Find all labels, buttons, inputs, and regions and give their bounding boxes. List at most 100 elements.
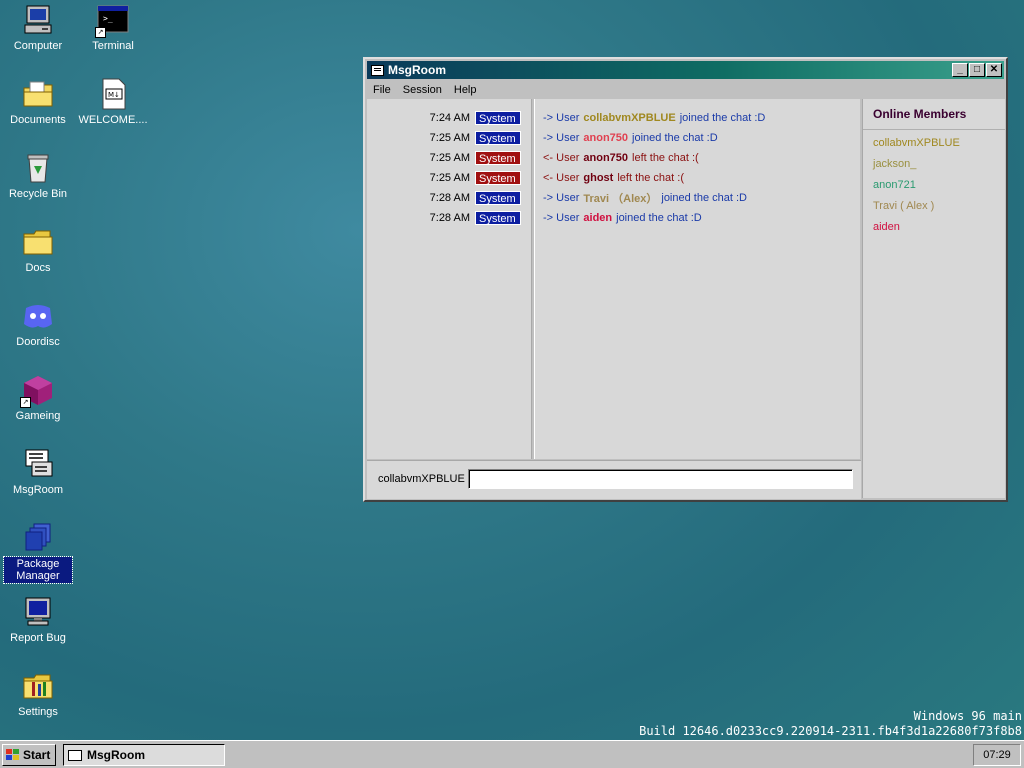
log-timestamp-row: 7:25 AM System [367, 128, 531, 148]
log-time: 7:28 AM [429, 192, 470, 204]
menu-session[interactable]: Session [397, 84, 448, 96]
system-tag: System [475, 191, 521, 205]
log-timestamp-row: 7:25 AM System [367, 148, 531, 168]
monitor-icon [22, 596, 54, 628]
settings-icon [22, 670, 54, 702]
markdown-file-icon: M↓ [97, 78, 129, 110]
start-button[interactable]: Start [2, 744, 56, 766]
log-arrow: -> [543, 192, 554, 204]
log-action: joined the chat :D [661, 192, 747, 204]
msgroom-icon [68, 749, 82, 761]
message-input[interactable] [468, 469, 853, 489]
member-item[interactable]: jackson_ [863, 154, 1005, 175]
log-timestamp-row: 7:28 AM System [367, 188, 531, 208]
desktop-icon-label: Report Bug [10, 632, 66, 644]
compose-bar: collabvmXPBLUE [367, 460, 861, 499]
desktop-icon-gameing[interactable]: ↗ Gameing [0, 374, 76, 423]
desktop-icon-docs[interactable]: Docs [0, 226, 76, 275]
log-prefix: User [556, 192, 580, 204]
log-prefix: User [556, 172, 580, 184]
system-clock: 07:29 [973, 744, 1021, 766]
desktop-icon-report-bug[interactable]: Report Bug [0, 596, 76, 645]
timestamp-column: 7:24 AM System 7:25 AM System 7:25 AM System 7… [367, 99, 532, 459]
member-item[interactable]: Travi ( Alex ) [863, 196, 1005, 217]
desktop-icon-doordisc[interactable]: Doordisc [0, 300, 76, 349]
menu-help[interactable]: Help [448, 84, 483, 96]
taskbar: Start MsgRoom 07:29 [0, 740, 1024, 768]
log-time: 7:25 AM [429, 152, 470, 164]
member-item[interactable]: aiden [863, 217, 1005, 238]
log-time: 7:24 AM [429, 112, 470, 124]
desktop-icon-terminal[interactable]: >_ ↗ Terminal [75, 4, 151, 53]
log-username: aiden [583, 212, 613, 224]
svg-text:>_: >_ [103, 14, 113, 23]
desktop-icon-computer[interactable]: Computer [0, 4, 76, 53]
desktop-icon-label: Terminal [92, 40, 134, 52]
member-item[interactable]: anon721 [863, 175, 1005, 196]
menu-file[interactable]: File [367, 84, 397, 96]
window-titlebar[interactable]: MsgRoom _ □ ✕ [367, 61, 1004, 79]
close-button[interactable]: ✕ [986, 63, 1002, 77]
member-item[interactable]: collabvmXPBLUE [863, 133, 1005, 154]
shortcut-arrow-icon: ↗ [20, 397, 31, 408]
log-message: <- User anon750 left the chat :( [535, 148, 860, 168]
log-arrow: -> [543, 132, 554, 144]
windows-logo-icon [6, 749, 20, 761]
desktop-icon-package-manager[interactable]: Package Manager [0, 522, 76, 584]
start-label: Start [23, 748, 51, 762]
system-tag: System [475, 211, 521, 225]
log-time: 7:25 AM [429, 132, 470, 144]
log-prefix: User [556, 212, 580, 224]
log-action: left the chat :( [632, 152, 699, 164]
log-timestamp-row: 7:24 AM System [367, 108, 531, 128]
msgroom-window: MsgRoom _ □ ✕ File Session Help 7:24 AM S… [363, 57, 1008, 502]
desktop-icon-settings[interactable]: Settings [0, 670, 76, 719]
online-members-panel: Online Members collabvmXPBLUE jackson_ ano… [862, 99, 1005, 498]
log-message: -> User collabvmXPBLUE joined the chat :D [535, 108, 860, 128]
log-message: -> User Travi （Alex） joined the chat :D [535, 188, 860, 208]
desktop-icon-label: WELCOME.... [78, 114, 148, 126]
log-username: anon750 [583, 152, 629, 164]
log-action: joined the chat :D [616, 212, 702, 224]
log-arrow: -> [543, 212, 554, 224]
log-message: -> User anon750 joined the chat :D [535, 128, 860, 148]
desktop-icon-documents[interactable]: Documents [0, 78, 76, 127]
desktop-icon-label: Package Manager [3, 556, 73, 584]
build-number: Build 12646.d0233cc9.220914-2311.fb4f3d1… [639, 724, 1022, 738]
doordisc-icon [22, 300, 54, 332]
desktop-icon-recycle-bin[interactable]: Recycle Bin [0, 152, 76, 201]
desktop-icon-label: Computer [13, 40, 63, 52]
system-tag: System [475, 151, 521, 165]
log-arrow: <- [543, 172, 554, 184]
msgroom-icon [22, 448, 54, 480]
maximize-button[interactable]: □ [969, 63, 985, 77]
log-action: joined the chat :D [632, 132, 718, 144]
svg-text:M↓: M↓ [108, 91, 120, 99]
recycle-bin-icon [22, 152, 54, 184]
log-username: ghost [583, 172, 614, 184]
cube-icon: ↗ [20, 374, 54, 408]
log-username: collabvmXPBLUE [583, 112, 676, 124]
minimize-button[interactable]: _ [952, 63, 968, 77]
log-username: Travi （Alex） [583, 193, 658, 205]
desktop-icon-label: Documents [10, 114, 66, 126]
nickname-label: collabvmXPBLUE [378, 473, 465, 485]
log-prefix: User [556, 152, 580, 164]
build-edition: Windows 96 main [913, 709, 1022, 723]
log-action: joined the chat :D [679, 112, 766, 124]
documents-folder-icon [22, 78, 54, 110]
desktop-icon-msgroom[interactable]: MsgRoom [0, 448, 76, 497]
taskbar-item-label: MsgRoom [87, 748, 145, 762]
log-time: 7:25 AM [429, 172, 470, 184]
desktop-icon-welcome[interactable]: M↓ WELCOME.... [75, 78, 151, 127]
taskbar-item-msgroom[interactable]: MsgRoom [63, 744, 225, 766]
build-watermark: Windows 96 main Build 12646.d0233cc9.220… [639, 709, 1022, 739]
window-title: MsgRoom [388, 63, 446, 77]
log-message: <- User ghost left the chat :( [535, 168, 860, 188]
system-tag: System [475, 171, 521, 185]
log-timestamp-row: 7:28 AM System [367, 208, 531, 228]
system-tag: System [475, 131, 521, 145]
desktop-icon-label: Recycle Bin [8, 188, 68, 200]
terminal-icon: >_ ↗ [95, 4, 129, 38]
menu-bar: File Session Help [365, 81, 1006, 99]
